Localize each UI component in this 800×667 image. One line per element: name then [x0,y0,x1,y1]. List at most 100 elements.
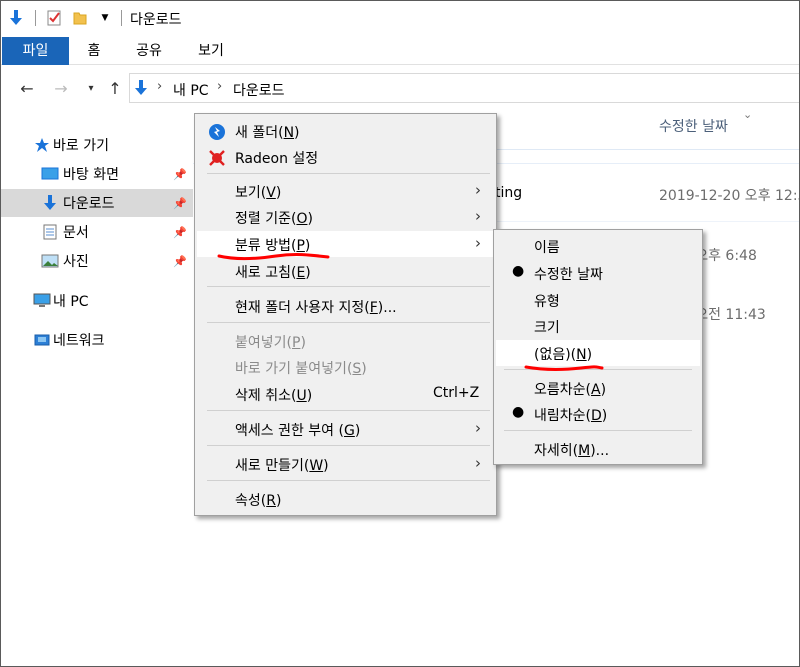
customize-dropdown-icon[interactable]: ▼ [96,9,114,27]
menu-separator [504,430,692,431]
menu-item-label: 액세스 권한 부여 ( [235,423,344,439]
nav-item-label: 다운로드 [63,196,115,212]
nav-item-pictures[interactable]: 사진 📌 [1,247,193,275]
menu-item-label-end: ) [304,238,311,254]
menu-item-label-end: ) [307,211,313,227]
menu-item-refresh[interactable]: 새로 고침(E) [197,258,494,284]
submenu-arrow-icon: › [475,181,481,199]
download-arrow-icon[interactable] [7,9,25,27]
submenu-item-size[interactable]: 크기 [496,313,700,339]
menu-separator [207,410,490,411]
submenu-item-date-modified[interactable]: ● 수정한 날짜 [496,260,700,286]
nav-item-documents[interactable]: 문서 📌 [1,218,193,246]
menu-item-label-end: ) [275,493,282,509]
menu-item-properties[interactable]: 속성(R) [197,486,494,512]
address-bar[interactable]: › 내 PC › 다운로드 [129,73,799,103]
breadcrumb-downloads[interactable]: 다운로드 [233,80,285,100]
submenu-item-label-end: ) [601,408,608,424]
menu-item-radeon-settings[interactable]: Radeon 설정 [197,144,494,170]
tab-home[interactable]: 홈 [81,37,107,65]
window-title: 다운로드 [130,12,182,28]
pin-icon[interactable]: 📌 [173,255,187,268]
toolbar-divider [121,10,122,26]
menu-item-label: Radeon 설정 [235,151,319,167]
menu-item-accesskey: E [296,265,306,281]
menu-item-label: 새로 만들기( [235,458,310,474]
breadcrumb-this-pc[interactable]: 내 PC [173,80,209,100]
tab-view[interactable]: 보기 [194,37,228,65]
nav-item-label: 문서 [63,225,89,241]
menu-item-group-by[interactable]: 분류 방법(P) › [197,231,494,257]
menu-item-label-end: ) [305,265,311,281]
menu-item-label: 붙여넣기( [235,335,292,351]
pin-icon[interactable]: 📌 [173,168,187,181]
submenu-item-accesskey: M [578,443,591,459]
menu-item-new[interactable]: 새로 만들기(W) › [197,451,494,477]
new-folder-icon [208,123,226,141]
menu-item-label: 보기( [235,185,267,201]
breadcrumb-separator[interactable]: › [157,79,162,94]
column-header-date-modified[interactable]: 수정한 날짜 [659,116,728,142]
submenu-item-label: 유형 [534,294,560,310]
tab-file[interactable]: 파일 [2,37,69,65]
row-divider [495,221,799,222]
submenu-item-accesskey: N [576,347,587,363]
menu-item-label-end: ) [354,423,361,439]
menu-item-shortcut: Ctrl+Z [433,385,480,401]
nav-item-network[interactable]: 네트워크 [1,326,193,354]
recent-locations-chevron-icon[interactable]: ▾ [81,78,101,98]
menu-separator [207,480,490,481]
submenu-arrow-icon: › [475,207,481,225]
menu-item-view[interactable]: 보기(V) › [197,178,494,204]
menu-item-label: 속성( [235,493,267,509]
file-name[interactable]: ting [495,185,522,201]
menu-item-give-access[interactable]: 액세스 권한 부여 (G) › [197,416,494,442]
submenu-item-type[interactable]: 유형 [496,287,700,313]
file-date: 2019-12-20 오후 12:58 [659,188,800,204]
breadcrumb-separator[interactable]: › [217,79,222,94]
group-divider [495,149,799,163]
selected-bullet-icon: ● [512,404,525,420]
nav-item-label: 내 PC [53,294,89,310]
nav-item-desktop[interactable]: 바탕 화면 📌 [1,160,193,188]
nav-item-label: 네트워크 [53,333,105,349]
submenu-item-label: 내림차순( [534,408,591,424]
back-arrow-icon[interactable]: ← [17,78,37,98]
menu-item-accesskey: U [296,388,307,404]
submenu-item-label: 수정한 날짜 [534,267,603,283]
nav-item-downloads[interactable]: 다운로드 📌 [1,189,193,217]
menu-item-new-folder[interactable]: 새 폴더(N) [197,118,494,144]
menu-separator [207,286,490,287]
sort-descending-icon: ⌄ [743,108,753,121]
pin-icon[interactable]: 📌 [173,226,187,239]
tab-share[interactable]: 공유 [132,37,166,65]
menu-item-paste-shortcut[interactable]: 바로 가기 붙여넣기(S) [197,354,494,380]
menu-item-sort-by[interactable]: 정렬 기준(O) › [197,204,494,230]
menu-item-accesskey: G [343,423,355,439]
submenu-item-descending[interactable]: ● 내림차순(D) [496,401,700,427]
submenu-item-ascending[interactable]: 오름차순(A) [496,375,700,401]
nav-item-quick-access[interactable]: 바로 가기 [1,131,193,159]
forward-arrow-icon[interactable]: → [51,78,71,98]
submenu-item-label-end: ) [600,382,607,398]
menu-item-accesskey: F [369,300,378,316]
menu-item-undo-delete[interactable]: 삭제 취소(U) Ctrl+Z [197,381,494,407]
submenu-item-name[interactable]: 이름 [496,233,700,259]
desktop-icon [41,166,59,182]
menu-item-customize-folder[interactable]: 현재 폴더 사용자 지정(F)... [197,293,494,319]
submenu-item-none[interactable]: (없음)(N) [496,340,700,366]
properties-check-icon[interactable] [45,9,63,27]
menu-item-label-end: ) [361,361,367,377]
submenu-item-label-end: )... [590,443,610,459]
address-row: ← → ▾ ↑ › 내 PC › 다운로드 [1,65,799,111]
menu-item-label-end: ) [294,125,300,141]
submenu-item-more[interactable]: 자세히(M)... [496,436,700,462]
menu-item-paste[interactable]: 붙여넣기(P) [197,328,494,354]
menu-separator [207,322,490,323]
submenu-item-label: 자세히( [534,443,579,459]
menu-item-label: 분류 방법( [235,238,297,254]
up-arrow-icon[interactable]: ↑ [105,78,125,98]
pin-icon[interactable]: 📌 [173,197,187,210]
nav-item-this-pc[interactable]: 내 PC [1,287,193,315]
new-folder-icon[interactable] [71,9,89,27]
